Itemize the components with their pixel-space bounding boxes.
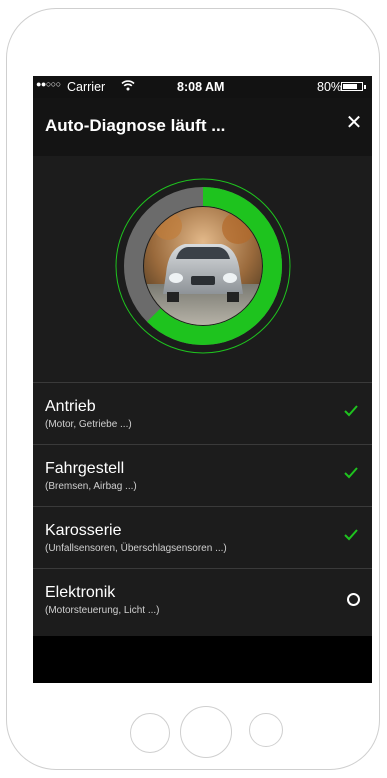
- app-screen: ●●○○○ Carrier 8:08 AM 80% Auto-Diagnose …: [33, 76, 372, 683]
- carrier-name: Carrier: [67, 80, 106, 94]
- signal-strength: ●●○○○: [36, 79, 61, 89]
- battery-icon: [341, 82, 363, 91]
- list-item[interactable]: Elektronik (Motorsteuerung, Licht ...): [33, 568, 372, 630]
- list-item[interactable]: Karosserie (Unfallsensoren, Überschlagse…: [33, 506, 372, 568]
- checkmark-icon: [344, 467, 358, 479]
- home-button[interactable]: [180, 706, 232, 758]
- check-sublabel: (Unfallsensoren, Überschlagsensoren ...): [45, 543, 227, 554]
- status-bar: ●●○○○ Carrier 8:08 AM 80%: [33, 76, 372, 98]
- list-item[interactable]: Fahrgestell (Bremsen, Airbag ...): [33, 444, 372, 506]
- status-time: 8:08 AM: [177, 80, 225, 94]
- list-item[interactable]: Antrieb (Motor, Getriebe ...): [33, 382, 372, 444]
- diagnosis-progress: [33, 156, 372, 382]
- loading-spinner-icon: [347, 593, 360, 606]
- check-label: Fahrgestell: [45, 460, 125, 477]
- wifi-icon: [121, 79, 135, 94]
- check-sublabel: (Motorsteuerung, Licht ...): [45, 605, 160, 616]
- page-title: Auto-Diagnose läuft ...: [45, 116, 226, 135]
- check-sublabel: (Motor, Getriebe ...): [45, 419, 132, 430]
- hardware-button-right[interactable]: [249, 713, 283, 747]
- battery-percent: 80%: [317, 80, 343, 94]
- check-label: Antrieb: [45, 398, 96, 415]
- close-icon[interactable]: ✕: [342, 111, 366, 135]
- progress-ring: [115, 178, 291, 354]
- car-image: [144, 207, 262, 325]
- check-label: Elektronik: [45, 584, 116, 601]
- check-label: Karosserie: [45, 522, 122, 539]
- diagnosis-list: Antrieb (Motor, Getriebe ...) Fahrgestel…: [33, 382, 372, 630]
- check-sublabel: (Bremsen, Airbag ...): [45, 481, 137, 492]
- checkmark-icon: [344, 529, 358, 541]
- navigation-bar: Auto-Diagnose läuft ... ✕: [33, 98, 372, 156]
- hardware-button-left[interactable]: [130, 713, 170, 753]
- bottom-bar: [33, 636, 372, 683]
- checkmark-icon: [344, 405, 358, 417]
